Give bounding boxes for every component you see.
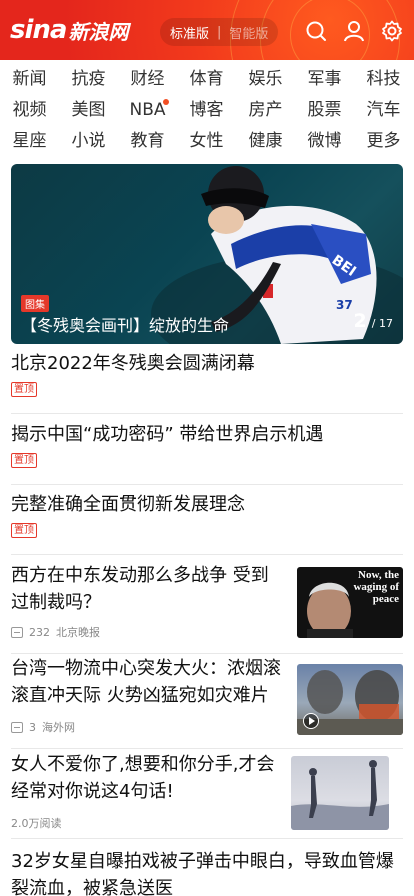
article-source: 北京晚报 <box>56 626 100 639</box>
article-source: 海外网 <box>42 721 75 734</box>
article-title: 北京2022年冬残奥会圆满闭幕 <box>11 353 255 374</box>
top-header: sina 新浪网 标准版 | 智能版 <box>0 0 414 60</box>
list-item[interactable]: 32岁女星自曝拍戏被子弹击中眼白，导致血管爆裂流血，被紧急送医 <box>11 848 403 896</box>
article-thumbnail: Now, the waging of peace <box>297 567 403 638</box>
version-divider: | <box>217 24 222 40</box>
channel-nav: 新闻 抗疫 财经 体育 娱乐 军事 科技 视频 美图 NBA 博客 房产 股票 … <box>0 62 414 158</box>
nav-item-pandemic[interactable]: 抗疫 <box>59 64 118 94</box>
comment-count: 232 <box>29 625 50 639</box>
pinned-badge: 置顶 <box>11 382 37 397</box>
play-icon[interactable] <box>303 713 319 729</box>
article-thumbnail <box>297 664 403 735</box>
article-meta: 3 海外网 <box>11 719 75 735</box>
gallery-counter: 2 / 17 <box>353 310 393 332</box>
gallery-current: 2 <box>353 310 367 332</box>
nav-item-realestate[interactable]: 房产 <box>236 95 295 125</box>
hero-gallery[interactable]: BEI 37 图集 【冬残奥会画刊】绽放的生命 2 / 17 <box>11 164 403 344</box>
nav-item-news[interactable]: 新闻 <box>0 64 59 94</box>
logo-latin: sina <box>10 15 67 45</box>
nav-item-video[interactable]: 视频 <box>0 95 59 125</box>
nav-item-weibo[interactable]: 微博 <box>295 126 354 156</box>
version-standard[interactable]: 标准版 <box>170 23 209 42</box>
thumbnail-image <box>291 760 389 830</box>
article-title: 女人不爱你了,想要和你分手,才会经常对你说这4句话! <box>11 754 275 802</box>
nav-item-blog[interactable]: 博客 <box>177 95 236 125</box>
nav-item-women[interactable]: 女性 <box>177 126 236 156</box>
list-item[interactable]: 女人不爱你了,想要和你分手,才会经常对你说这4句话! 2.0万阅读 <box>11 751 403 839</box>
list-item[interactable]: 揭示中国“成功密码” 带给世界启示机遇 置顶 <box>11 421 403 485</box>
article-title: 完整准确全面贯彻新发展理念 <box>11 494 245 515</box>
nav-item-entertainment[interactable]: 娱乐 <box>236 64 295 94</box>
gallery-tag: 图集 <box>21 295 49 312</box>
nav-item-finance[interactable]: 财经 <box>118 64 177 94</box>
settings-icon[interactable] <box>381 20 403 42</box>
comment-count: 3 <box>29 720 36 734</box>
user-icon[interactable] <box>343 20 365 42</box>
nav-item-stocks[interactable]: 股票 <box>295 95 354 125</box>
comment-icon <box>11 721 23 733</box>
pinned-badge: 置顶 <box>11 453 37 468</box>
nav-item-photos[interactable]: 美图 <box>59 95 118 125</box>
thumbnail-caption: Now, the waging of peace <box>353 569 399 605</box>
pinned-badge: 置顶 <box>11 523 37 538</box>
search-icon[interactable] <box>305 20 327 42</box>
list-item[interactable]: 台湾一物流中心突发大火：浓烟滚滚直冲天际 火势凶猛宛如灾难片 3 海外网 <box>11 655 403 749</box>
article-title: 西方在中东发动那么多战争 受到过制裁吗？ <box>11 565 269 613</box>
read-count: 2.0万阅读 <box>11 817 62 830</box>
article-title: 揭示中国“成功密码” 带给世界启示机遇 <box>11 424 324 445</box>
nav-item-tech[interactable]: 科技 <box>354 64 413 94</box>
article-title: 32岁女星自曝拍戏被子弹击中眼白，导致血管爆裂流血，被紧急送医 <box>11 851 394 896</box>
nav-item-auto[interactable]: 汽车 <box>354 95 413 125</box>
gallery-total: / 17 <box>371 317 393 330</box>
article-meta: 232 北京晚报 <box>11 624 100 640</box>
sina-logo[interactable]: sina 新浪网 <box>10 12 128 48</box>
list-item[interactable]: 北京2022年冬残奥会圆满闭幕 置顶 <box>11 350 403 414</box>
article-meta: 2.0万阅读 <box>11 815 62 831</box>
nav-item-education[interactable]: 教育 <box>118 126 177 156</box>
gallery-title: 【冬残奥会画刊】绽放的生命 <box>21 316 230 335</box>
nav-item-military[interactable]: 军事 <box>295 64 354 94</box>
comment-icon <box>11 626 23 638</box>
version-switch[interactable]: 标准版 | 智能版 <box>160 18 279 46</box>
list-item[interactable]: 完整准确全面贯彻新发展理念 置顶 <box>11 491 403 555</box>
nav-item-sports[interactable]: 体育 <box>177 64 236 94</box>
svg-text:37: 37 <box>336 298 353 312</box>
nav-item-more[interactable]: 更多 <box>354 126 413 156</box>
list-item[interactable]: 西方在中东发动那么多战争 受到过制裁吗？ 232 北京晚报 Now, the w… <box>11 562 403 654</box>
nav-item-health[interactable]: 健康 <box>236 126 295 156</box>
version-smart[interactable]: 智能版 <box>229 23 268 42</box>
logo-chinese: 新浪网 <box>68 19 129 44</box>
article-title: 台湾一物流中心突发大火：浓烟滚滚直冲天际 火势凶猛宛如灾难片 <box>11 658 281 706</box>
nav-notification-dot <box>163 99 169 105</box>
nav-item-horoscope[interactable]: 星座 <box>0 126 59 156</box>
nav-item-novels[interactable]: 小说 <box>59 126 118 156</box>
article-thumbnail <box>291 756 389 830</box>
